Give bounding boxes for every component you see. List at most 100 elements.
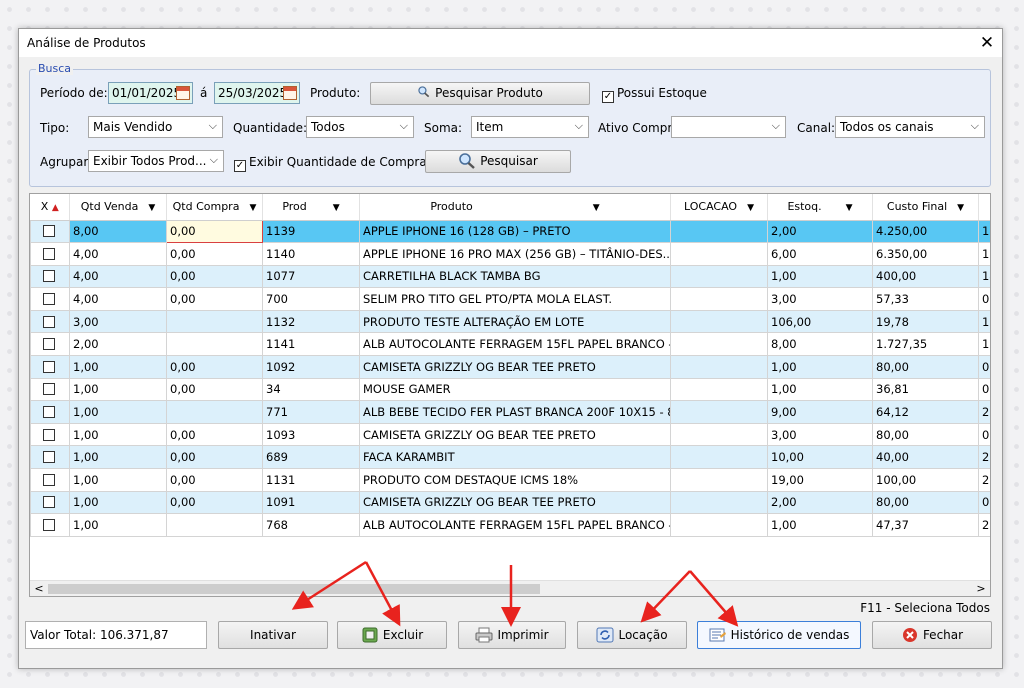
date-from-field[interactable]: 01/01/2025	[108, 82, 193, 104]
column-qtd-venda-label: Qtd Venda	[80, 200, 139, 214]
qtd-venda-cell: 1,00	[69, 400, 167, 424]
locacao-cell	[670, 400, 768, 424]
sales-history-icon	[709, 628, 726, 642]
filter-dropdown-icon[interactable]: ▼	[747, 203, 754, 213]
column-header-qtd-venda[interactable]: Qtd Venda ▼	[69, 194, 167, 221]
has-stock-checkbox[interactable]: ✓ Possui Estoque	[602, 86, 707, 103]
scrollbar-thumb[interactable]	[48, 584, 540, 594]
table-row[interactable]: 1,00 0,00 1131 PRODUTO COM DESTAQUE ICMS 18…	[30, 468, 990, 492]
imprimir-button[interactable]: Imprimir	[458, 621, 566, 649]
column-header-produto[interactable]: Produto ▼	[359, 194, 671, 221]
search-product-button[interactable]: Pesquisar Produto	[370, 82, 590, 105]
row-select-checkbox[interactable]	[30, 332, 70, 357]
column-header-qtd-compra[interactable]: Qtd Compra ▼	[166, 194, 263, 221]
qtd-compra-cell[interactable]: 0,00	[166, 287, 263, 311]
row-select-checkbox[interactable]	[30, 445, 70, 470]
soma-select[interactable]: Item ⌵	[471, 116, 589, 138]
table-row[interactable]: 4,00 0,00 1077 CARRETILHA BLACK TAMBA BG 1,0…	[30, 264, 990, 289]
tipo-select[interactable]: Mais Vendido ⌵	[88, 116, 223, 138]
table-row[interactable]: 1,00 768 ALB AUTOCOLANTE FERRAGEM 15FL PAP…	[30, 513, 990, 537]
date-to-field[interactable]: 25/03/2025	[214, 82, 300, 104]
locacao-button[interactable]: Locação	[577, 621, 687, 649]
qtd-compra-cell[interactable]: 0,00	[166, 264, 263, 289]
table-row[interactable]: 1,00 0,00 1093 CAMISETA GRIZZLY OG BEAR TEE…	[30, 422, 990, 447]
products-grid[interactable]: X ▲ Qtd Venda ▼ Qtd Compra ▼ Prod ▼ Produto…	[29, 193, 991, 597]
qtd-compra-cell[interactable]	[166, 332, 263, 357]
qtd-compra-cell[interactable]: 0,00	[166, 355, 263, 379]
table-row[interactable]: 8,00 0,00 1139 APPLE IPHONE 16 (128 GB) – P…	[30, 219, 990, 244]
qtd-compra-cell[interactable]: 0,00	[166, 422, 263, 447]
row-select-checkbox[interactable]	[30, 287, 70, 311]
agrupar-label: Agrupar:	[40, 155, 93, 169]
product-label: Produto:	[310, 86, 361, 100]
prod-cell: 768	[262, 513, 360, 537]
column-header-x[interactable]: X ▲	[30, 194, 70, 221]
row-select-checkbox[interactable]	[30, 309, 70, 334]
excluir-button[interactable]: Excluir	[337, 621, 447, 649]
filter-dropdown-icon[interactable]: ▼	[333, 203, 340, 213]
table-row[interactable]: 2,00 1141 ALB AUTOCOLANTE FERRAGEM 15FL PA…	[30, 332, 990, 357]
qtd-compra-cell[interactable]: 0,00	[166, 468, 263, 492]
filter-dropdown-icon[interactable]: ▼	[846, 203, 853, 213]
qtd-compra-cell[interactable]: 0,00	[166, 242, 263, 266]
calendar-icon[interactable]	[283, 86, 297, 100]
table-row[interactable]: 3,00 1132 PRODUTO TESTE ALTERAÇÃO EM LOTE 1…	[30, 309, 990, 334]
historico-vendas-button[interactable]: Histórico de vendas	[697, 621, 861, 649]
produto-cell: ALB AUTOCOLANTE FERRAGEM 15FL PAPEL BRAN…	[359, 513, 671, 537]
ativo-compra-select[interactable]: ⌵	[671, 116, 786, 138]
calendar-icon[interactable]	[176, 86, 190, 100]
locacao-cell	[670, 264, 768, 289]
qtd-compra-cell[interactable]	[166, 309, 263, 334]
column-header-estoq[interactable]: Estoq. ▼	[767, 194, 873, 221]
table-row[interactable]: 1,00 0,00 1092 CAMISETA GRIZZLY OG BEAR TEE…	[30, 355, 990, 379]
quantidade-select[interactable]: Todos ⌵	[306, 116, 414, 138]
checkbox-unchecked-icon	[42, 383, 55, 396]
row-select-checkbox[interactable]	[30, 400, 70, 424]
title-bar: Análise de Produtos ✕	[19, 29, 1002, 57]
qtd-compra-cell[interactable]	[166, 400, 263, 424]
trash-icon	[362, 627, 378, 643]
row-select-checkbox[interactable]	[30, 513, 70, 537]
inativar-button[interactable]: Inativar	[218, 621, 328, 649]
column-estoq-label: Estoq.	[787, 200, 822, 214]
qtd-compra-cell[interactable]: 0,00	[166, 445, 263, 470]
grid-header: X ▲ Qtd Venda ▼ Qtd Compra ▼ Prod ▼ Produto…	[30, 194, 990, 221]
column-header-custo-final[interactable]: Custo Final ▼	[872, 194, 979, 221]
table-row[interactable]: 1,00 0,00 1091 CAMISETA GRIZZLY OG BEAR TEE…	[30, 490, 990, 515]
row-select-checkbox[interactable]	[30, 219, 70, 244]
table-row[interactable]: 1,000,0034MOUSE GAMER1,0036,8106	[30, 377, 990, 402]
close-icon[interactable]: ✕	[972, 29, 1002, 57]
qtd-compra-cell[interactable]: 0,00	[166, 490, 263, 515]
qtd-compra-cell[interactable]	[166, 513, 263, 537]
scroll-right-icon[interactable]: >	[974, 581, 988, 596]
row-select-checkbox[interactable]	[30, 377, 70, 402]
table-row[interactable]: 1,00 771 ALB BEBE TECIDO FER PLAST BRANCA …	[30, 400, 990, 424]
fechar-button[interactable]: Fechar	[872, 621, 992, 649]
filter-dropdown-icon[interactable]: ▼	[593, 203, 600, 213]
table-row[interactable]: 1,000,00689FACA KARAMBIT 10,0040,0020	[30, 445, 990, 470]
row-select-checkbox[interactable]	[30, 264, 70, 289]
filter-dropdown-icon[interactable]: ▼	[249, 203, 256, 213]
pesquisar-button[interactable]: Pesquisar	[425, 150, 571, 173]
scroll-left-icon[interactable]: <	[32, 581, 46, 596]
prod-cell: 700	[262, 287, 360, 311]
agrupar-select[interactable]: Exibir Todos Prod... ⌵	[88, 150, 224, 172]
row-select-checkbox[interactable]	[30, 468, 70, 492]
table-row[interactable]: 4,00 0,00 700 SELIM PRO TITO GEL PTO/PTA MO…	[30, 287, 990, 311]
qtd-compra-cell[interactable]: 0,00	[166, 377, 263, 402]
horizontal-scrollbar[interactable]: < >	[30, 580, 990, 596]
estoq-cell: 2,00	[767, 219, 873, 244]
column-header-locacao[interactable]: LOCACAO ▼	[670, 194, 768, 221]
row-select-checkbox[interactable]	[30, 355, 70, 379]
column-header-prod[interactable]: Prod ▼	[262, 194, 360, 221]
table-row[interactable]: 4,00 0,00 1140 APPLE IPHONE 16 PRO MAX (256…	[30, 242, 990, 266]
row-select-checkbox[interactable]	[30, 490, 70, 515]
filter-dropdown-icon[interactable]: ▼	[148, 203, 155, 213]
row-select-checkbox[interactable]	[30, 242, 70, 266]
produto-cell: CARRETILHA BLACK TAMBA BG	[359, 264, 671, 289]
qtd-compra-cell[interactable]: 0,00	[166, 219, 263, 244]
row-select-checkbox[interactable]	[30, 422, 70, 447]
show-purchase-qty-checkbox[interactable]: ✓ Exibir Quantidade de Compra	[234, 155, 427, 172]
canal-select[interactable]: Todos os canais ⌵	[835, 116, 985, 138]
filter-dropdown-icon[interactable]: ▼	[957, 203, 964, 213]
